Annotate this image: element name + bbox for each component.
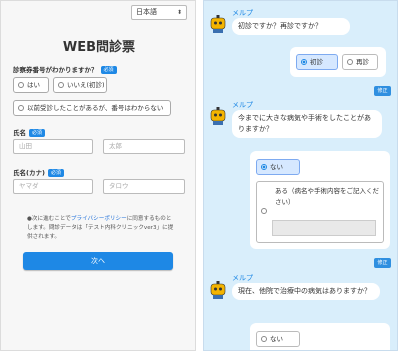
radio-icon (58, 82, 64, 88)
privacy-policy-link[interactable]: プライバシーポリシー (71, 216, 127, 222)
web-questionnaire-form: 日本語 ⬍ WEB問診票 診察券番号がわかりますか？ 必須 はい いいえ(初診) … (0, 0, 196, 351)
edit-button[interactable]: 修正 (374, 86, 391, 96)
answer-choices: ない ある（病名や手術内容をご記入ください） (250, 151, 390, 249)
chat-panel: メルプ 初診ですか？再診ですか？ 初診 再診 修正 メルプ 今までに大きな病気や… (203, 0, 398, 351)
required-badge: 必須 (29, 129, 46, 137)
radio-selected-icon (261, 164, 267, 170)
option-yes[interactable]: はい (13, 77, 49, 93)
choice-none[interactable]: ない (256, 159, 300, 175)
last-name-kana-input[interactable]: ヤマダ (13, 179, 93, 194)
details-textarea[interactable] (272, 220, 376, 236)
language-select[interactable]: 日本語 ⬍ (131, 5, 187, 20)
radio-icon (18, 105, 24, 111)
bot-avatar-icon (210, 15, 226, 33)
choice-label: ある（病名や手術内容をご記入ください） (275, 187, 379, 206)
required-badge: 必須 (47, 169, 64, 177)
language-value: 日本語 (136, 8, 157, 16)
name-label: 氏名 (13, 129, 26, 137)
bot-name: メルプ (232, 9, 253, 17)
kana-question: 氏名(カナ) 必須 (13, 167, 64, 177)
chevron-down-icon: ⬍ (176, 9, 182, 16)
option-no-label: いいえ(初診) (67, 81, 105, 89)
question-bubble: 今までに大きな病気や手術をしたことがありますか？ (232, 110, 382, 138)
privacy-note: ●次に進むことでプライバシーポリシーに同意するものとします。問診データは「テスト… (27, 215, 177, 242)
radio-icon (347, 59, 353, 65)
kana-label: 氏名(カナ) (13, 169, 45, 177)
choice-first-visit[interactable]: 初診 (296, 54, 338, 70)
choice-label: 初診 (310, 58, 323, 66)
option-yes-label: はい (27, 81, 40, 89)
first-name-kana-input[interactable]: タロウ (103, 179, 185, 194)
answer-choices: 初診 再診 (290, 47, 386, 77)
card-number-label: 診察券番号がわかりますか？ (13, 66, 98, 74)
next-button[interactable]: 次へ (23, 252, 173, 270)
edit-button[interactable]: 修正 (374, 258, 391, 268)
first-name-input[interactable]: 太郎 (103, 139, 185, 154)
choice-label: ない (270, 163, 283, 171)
bot-avatar-icon (210, 107, 226, 125)
card-number-question: 診察券番号がわかりますか？ 必須 (13, 64, 117, 74)
choice-label: ない (270, 335, 283, 343)
choice-revisit[interactable]: 再診 (342, 54, 378, 70)
radio-icon (18, 82, 24, 88)
option-no-first-visit[interactable]: いいえ(初診) (53, 77, 107, 93)
question-bubble: 初診ですか？再診ですか？ (232, 18, 350, 35)
option-unknown-label: 以前受診したことがあるが、番号はわからない (27, 104, 164, 112)
bot-name: メルプ (232, 101, 253, 109)
page-title: WEB問診票 (62, 40, 136, 55)
required-badge: 必須 (100, 66, 117, 74)
last-name-input[interactable]: 山田 (13, 139, 93, 154)
choice-label: 再診 (356, 58, 369, 66)
bot-avatar-icon (210, 281, 226, 299)
radio-selected-icon (301, 59, 307, 65)
choice-none[interactable]: ない (256, 331, 300, 347)
name-question: 氏名 必須 (13, 127, 46, 137)
radio-icon (261, 208, 267, 214)
radio-icon (261, 336, 267, 342)
bot-name: メルプ (232, 274, 253, 282)
note-prefix: ●次に進むことで (27, 216, 71, 222)
option-unknown-number[interactable]: 以前受診したことがあるが、番号はわからない (13, 100, 171, 116)
question-bubble: 現在、他院で治療中の病気はありますか？ (232, 283, 380, 300)
answer-choices: ない (250, 323, 390, 350)
